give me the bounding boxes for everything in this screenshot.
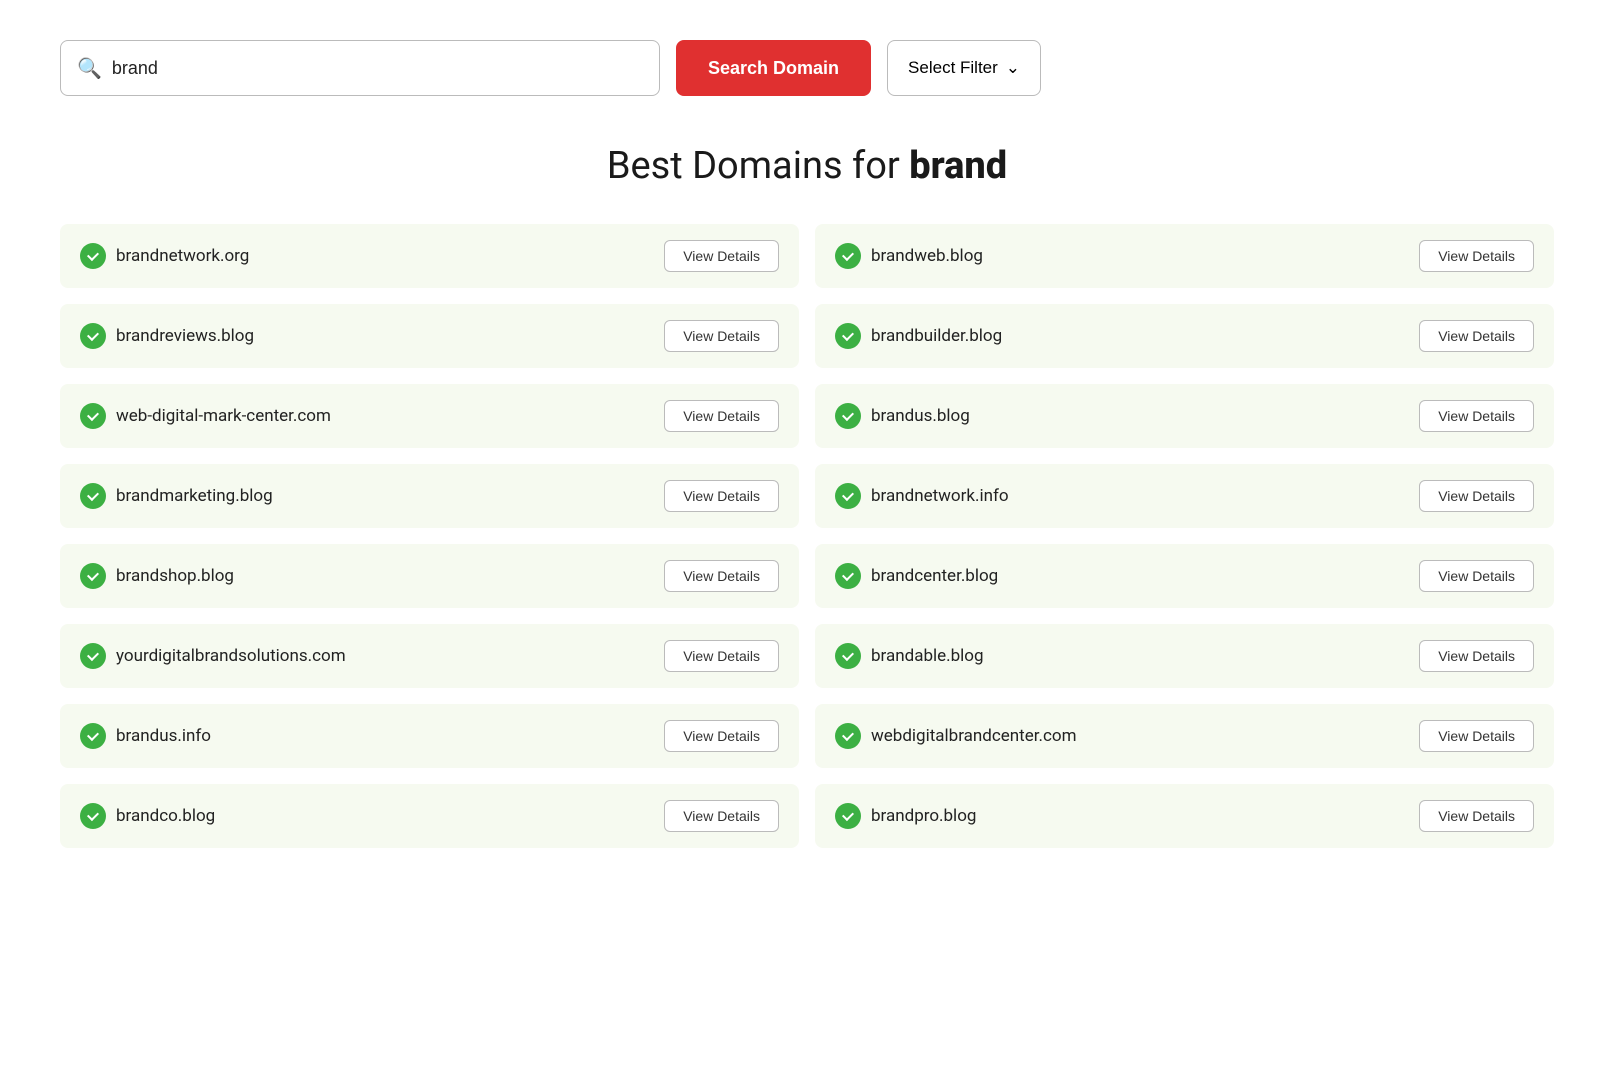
domain-name: brandus.blog [871,406,970,426]
available-icon [80,323,106,349]
view-details-button[interactable]: View Details [664,720,779,752]
domain-row: brandshop.blog View Details [60,544,799,608]
domain-name: brandcenter.blog [871,566,998,586]
view-details-button[interactable]: View Details [664,640,779,672]
view-details-button[interactable]: View Details [664,320,779,352]
available-icon [80,723,106,749]
domain-name: brandco.blog [116,806,215,826]
available-icon [835,323,861,349]
domain-left: brandbuilder.blog [835,323,1002,349]
available-icon [835,483,861,509]
domain-name: brandable.blog [871,646,984,666]
domain-row: brandreviews.blog View Details [60,304,799,368]
domain-name: brandus.info [116,726,211,746]
view-details-button[interactable]: View Details [664,480,779,512]
available-icon [80,243,106,269]
domain-left: brandco.blog [80,803,215,829]
available-icon [835,723,861,749]
domain-name: brandreviews.blog [116,326,254,346]
domains-grid: brandnetwork.org View Details brandweb.b… [60,224,1554,848]
domain-left: brandshop.blog [80,563,234,589]
domain-row: brandbuilder.blog View Details [815,304,1554,368]
domain-row: brandpro.blog View Details [815,784,1554,848]
domain-name: webdigitalbrandcenter.com [871,726,1076,746]
select-filter-button[interactable]: Select Filter ⌄ [887,40,1041,96]
domain-row: brandus.blog View Details [815,384,1554,448]
page-title: Best Domains for brand [60,144,1554,188]
domain-row: brandweb.blog View Details [815,224,1554,288]
domain-name: brandnetwork.org [116,246,249,266]
top-bar: 🔍 Search Domain Select Filter ⌄ [60,40,1554,96]
search-icon: 🔍 [77,56,102,80]
domain-row: brandus.info View Details [60,704,799,768]
domain-name: brandweb.blog [871,246,983,266]
domain-left: web-digital-mark-center.com [80,403,331,429]
domain-left: yourdigitalbrandsolutions.com [80,643,346,669]
domain-row: brandable.blog View Details [815,624,1554,688]
available-icon [835,563,861,589]
domain-left: brandmarketing.blog [80,483,273,509]
domain-row: brandco.blog View Details [60,784,799,848]
view-details-button[interactable]: View Details [664,800,779,832]
available-icon [80,643,106,669]
view-details-button[interactable]: View Details [1419,320,1534,352]
view-details-button[interactable]: View Details [664,400,779,432]
available-icon [835,643,861,669]
available-icon [80,403,106,429]
view-details-button[interactable]: View Details [664,240,779,272]
available-icon [80,803,106,829]
view-details-button[interactable]: View Details [1419,800,1534,832]
domain-name: brandnetwork.info [871,486,1009,506]
domain-row: brandcenter.blog View Details [815,544,1554,608]
view-details-button[interactable]: View Details [1419,560,1534,592]
domain-name: web-digital-mark-center.com [116,406,331,426]
chevron-down-icon: ⌄ [1006,58,1020,78]
domain-left: brandnetwork.org [80,243,249,269]
available-icon [80,563,106,589]
search-input[interactable] [112,58,643,79]
domain-row: webdigitalbrandcenter.com View Details [815,704,1554,768]
domain-left: brandable.blog [835,643,984,669]
search-domain-button[interactable]: Search Domain [676,40,871,96]
domain-left: brandweb.blog [835,243,983,269]
view-details-button[interactable]: View Details [1419,720,1534,752]
domain-name: brandshop.blog [116,566,234,586]
view-details-button[interactable]: View Details [1419,240,1534,272]
available-icon [835,803,861,829]
view-details-button[interactable]: View Details [1419,640,1534,672]
domain-left: brandreviews.blog [80,323,254,349]
view-details-button[interactable]: View Details [1419,480,1534,512]
domain-name: brandbuilder.blog [871,326,1002,346]
domain-row: brandnetwork.org View Details [60,224,799,288]
domain-row: yourdigitalbrandsolutions.com View Detai… [60,624,799,688]
domain-row: web-digital-mark-center.com View Details [60,384,799,448]
domain-left: webdigitalbrandcenter.com [835,723,1076,749]
domain-name: brandpro.blog [871,806,976,826]
domain-left: brandpro.blog [835,803,976,829]
domain-row: brandmarketing.blog View Details [60,464,799,528]
available-icon [835,403,861,429]
domain-left: brandus.info [80,723,211,749]
available-icon [80,483,106,509]
domain-left: brandcenter.blog [835,563,998,589]
view-details-button[interactable]: View Details [664,560,779,592]
search-box: 🔍 [60,40,660,96]
available-icon [835,243,861,269]
view-details-button[interactable]: View Details [1419,400,1534,432]
domain-left: brandus.blog [835,403,970,429]
domain-row: brandnetwork.info View Details [815,464,1554,528]
domain-name: brandmarketing.blog [116,486,273,506]
filter-label: Select Filter [908,58,998,78]
domain-left: brandnetwork.info [835,483,1009,509]
domain-name: yourdigitalbrandsolutions.com [116,646,346,666]
